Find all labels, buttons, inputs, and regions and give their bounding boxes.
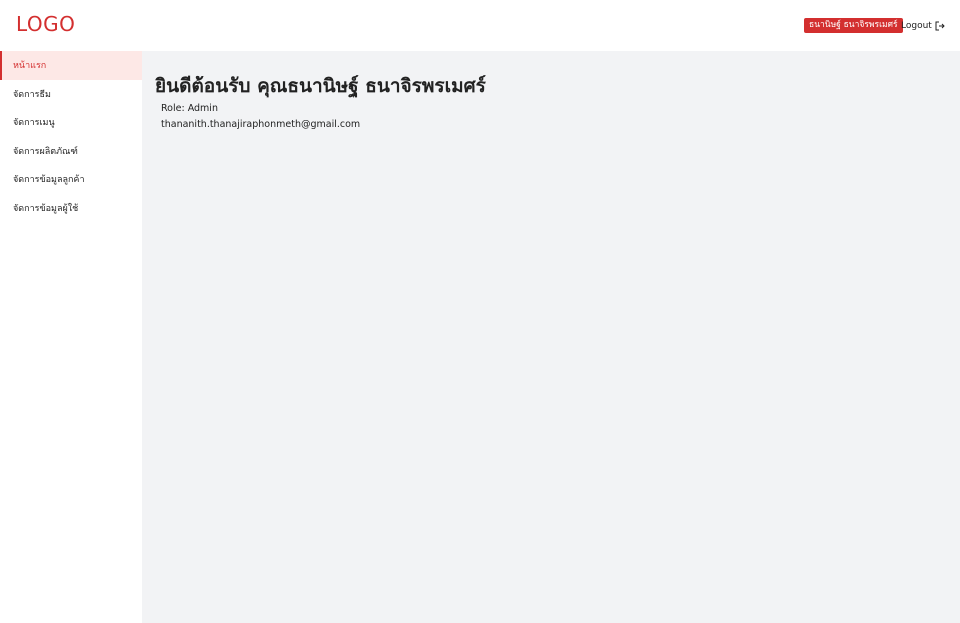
logo[interactable]: LOGO: [16, 12, 75, 36]
user-email: thananith.thanajiraphonmeth@gmail.com: [161, 119, 361, 130]
sidebar-item-label: จัดการธีม: [13, 89, 51, 100]
sidebar-item-label: จัดการเมนู: [13, 118, 55, 129]
top-header: LOGO ธนานิษฐ์ ธนาจิรพรเมศร์ Logout: [0, 0, 960, 51]
logout-button[interactable]: Logout: [901, 19, 945, 33]
logout-label: Logout: [901, 21, 932, 31]
user-role: Role: Admin: [161, 103, 218, 114]
sidebar-item-themes[interactable]: จัดการธีม: [0, 80, 142, 109]
sidebar-item-label: จัดการผลิตภัณฑ์: [13, 146, 78, 157]
sidebar-item-customers[interactable]: จัดการข้อมูลลูกค้า: [0, 165, 142, 194]
sidebar-item-home[interactable]: หน้าแรก: [0, 51, 142, 80]
sidebar: หน้าแรก จัดการธีม จัดการเมนู จัดการผลิตภ…: [0, 51, 142, 623]
sidebar-item-products[interactable]: จัดการผลิตภัณฑ์: [0, 137, 142, 166]
page-title: ยินดีต้อนรับ คุณธนานิษฐ์ ธนาจิรพรเมศร์: [155, 75, 486, 97]
sidebar-item-menus[interactable]: จัดการเมนู: [0, 108, 142, 137]
user-name-badge[interactable]: ธนานิษฐ์ ธนาจิรพรเมศร์: [804, 18, 903, 33]
sidebar-item-label: จัดการข้อมูลลูกค้า: [13, 175, 85, 186]
sidebar-item-label: จัดการข้อมูลผู้ใช้: [13, 203, 79, 214]
main-content: ยินดีต้อนรับ คุณธนานิษฐ์ ธนาจิรพรเมศร์ R…: [142, 51, 960, 623]
logout-icon: [935, 21, 945, 31]
sidebar-item-users[interactable]: จัดการข้อมูลผู้ใช้: [0, 194, 142, 223]
sidebar-item-label: หน้าแรก: [13, 61, 47, 72]
